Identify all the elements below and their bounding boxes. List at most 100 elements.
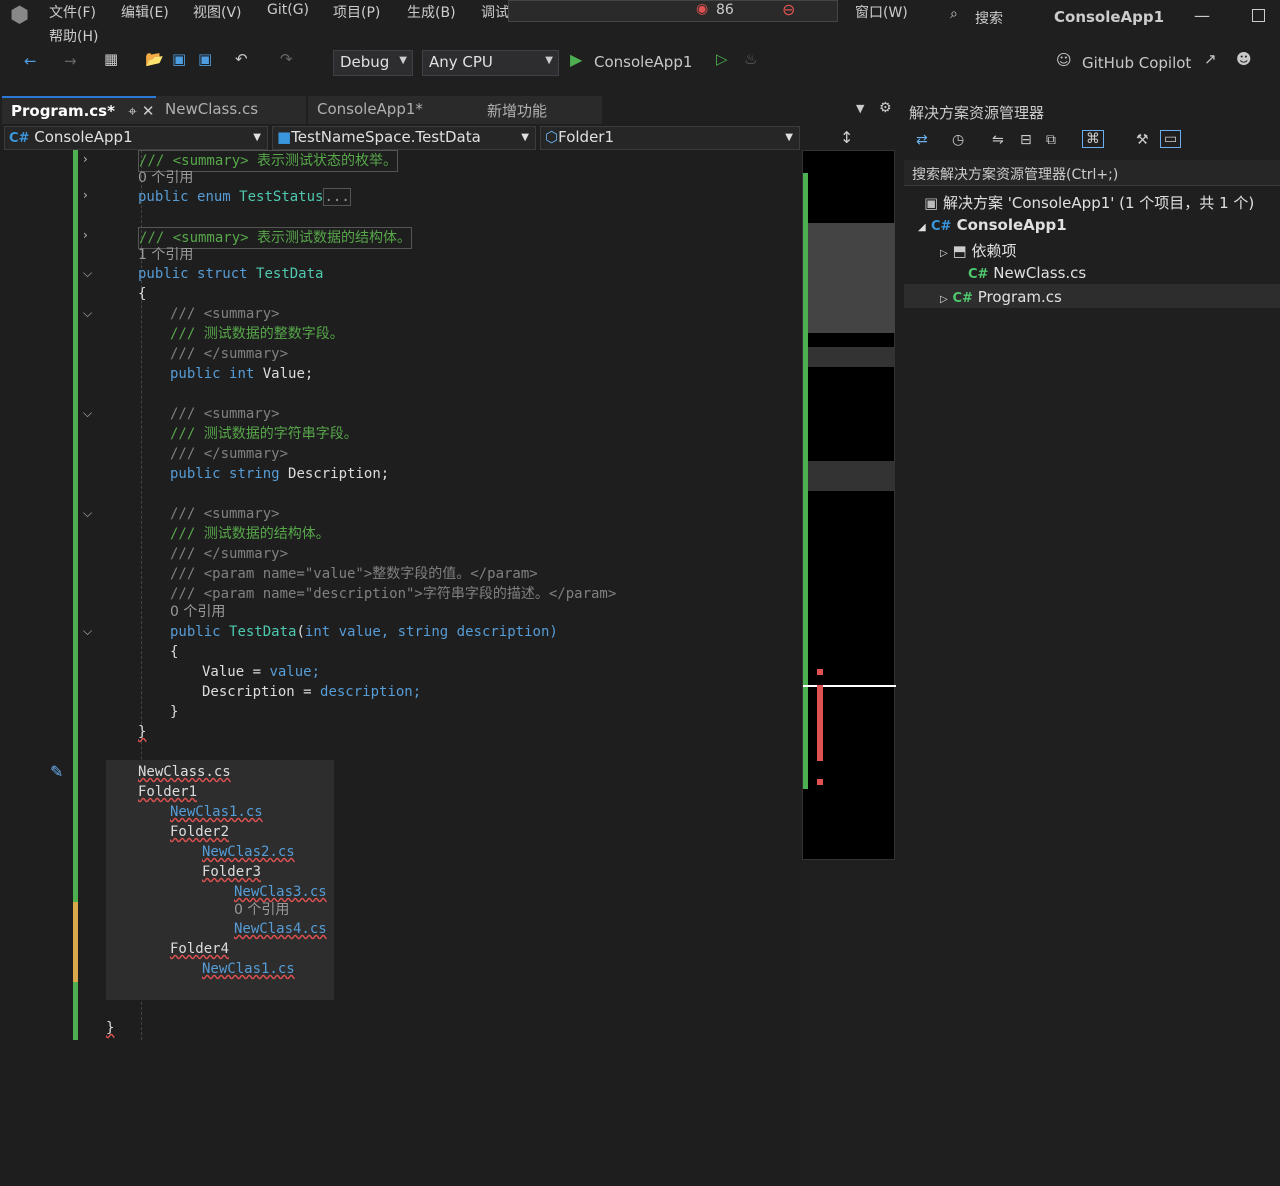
run-without-debug-icon[interactable]: ▷ xyxy=(716,50,728,68)
preview-icon[interactable]: ▭ xyxy=(1160,130,1182,148)
hot-reload-icon[interactable]: ♨ xyxy=(744,50,757,68)
document-tabs: Program.cs* ⌖ ✕ NewClass.cs ConsoleApp1*… xyxy=(0,96,900,124)
collapsed-icon[interactable]: ▷ xyxy=(940,294,948,305)
forward-icon[interactable]: → xyxy=(64,52,77,70)
close-icon[interactable]: ✕ xyxy=(142,102,155,120)
tab-list-icon[interactable]: ▼ xyxy=(856,102,864,115)
menu-view[interactable]: 视图(V) xyxy=(193,2,242,22)
minimap[interactable] xyxy=(802,150,896,860)
pin-icon[interactable]: ⌖ xyxy=(128,102,136,120)
menu-git[interactable]: Git(G) xyxy=(267,2,309,18)
tab-newclass-cs[interactable]: NewClass.cs xyxy=(156,96,306,124)
new-project-icon[interactable]: ▦ xyxy=(104,50,118,68)
menu-file[interactable]: 文件(F) xyxy=(49,2,96,22)
minimap-error-marker xyxy=(817,685,823,761)
dependencies-icon: ⬒ xyxy=(952,242,967,260)
save-all-icon[interactable]: ▣ xyxy=(198,50,212,68)
filter-icon[interactable]: ⌘ xyxy=(1082,130,1104,148)
code-line-2: public enum TestStatus... xyxy=(138,188,351,206)
code-line-16: /// </summary> xyxy=(170,546,289,562)
tree-project[interactable]: ◢ C# ConsoleApp1 xyxy=(918,216,1067,234)
maximize-icon[interactable] xyxy=(1252,9,1265,22)
tree-file-newclass[interactable]: C# NewClass.cs xyxy=(968,264,1086,282)
fold-icon[interactable]: › xyxy=(83,188,88,202)
ref-count-4[interactable]: 0 个引用 xyxy=(234,900,289,920)
back-icon[interactable]: ← xyxy=(24,52,37,70)
stop-icon[interactable]: ⊖ xyxy=(782,0,795,19)
search-icon[interactable]: ⌕ xyxy=(950,6,958,22)
copilot-icon[interactable]: ☺ xyxy=(1056,51,1072,69)
fold-icon[interactable]: ⌵ xyxy=(83,624,92,639)
fold-icon[interactable]: ⌵ xyxy=(83,506,92,521)
show-all-files-icon[interactable]: ⧉ xyxy=(1046,132,1056,148)
code-line-25: NewClass.cs xyxy=(138,762,231,782)
tab-program-cs[interactable]: Program.cs* ⌖ ✕ xyxy=(2,96,156,124)
code-line-29: NewClas2.cs xyxy=(202,844,295,860)
code-line-24: } xyxy=(138,724,147,740)
code-line-19: public TestData(int value, string descri… xyxy=(170,624,558,640)
properties-wrench-icon[interactable]: ⚒ xyxy=(1136,132,1149,148)
menu-help[interactable]: 帮助(H) xyxy=(49,26,98,46)
code-editor[interactable]: › /// <summary> 表示测试状态的枚举。 0 个引用 › publi… xyxy=(0,150,802,1186)
minimize-icon[interactable]: — xyxy=(1194,6,1210,25)
run-target-label[interactable]: ConsoleApp1 xyxy=(594,53,692,71)
tree-solution[interactable]: ▣ 解决方案 'ConsoleApp1' (1 个项目，共 1 个) xyxy=(924,192,1254,213)
se-toolbar: ⇄ ◷ ⇋ ⊟ ⧉ ⌘ ⚒ ▭ xyxy=(904,126,1280,158)
nav-type-select[interactable]: ■TestNameSpace.TestData ▼ xyxy=(272,126,536,150)
fold-icon[interactable]: ⌵ xyxy=(83,266,92,281)
open-folder-icon[interactable]: 📂 xyxy=(145,50,164,68)
tab-consoleapp1[interactable]: ConsoleApp1* xyxy=(308,96,478,124)
minimap-viewport[interactable] xyxy=(808,223,895,333)
solution-explorer-title: 解决方案资源管理器 xyxy=(909,104,1045,122)
redo-icon[interactable]: ↷ xyxy=(280,50,293,68)
save-icon[interactable]: ▣ xyxy=(172,50,186,68)
fold-icon[interactable]: ⌵ xyxy=(83,306,92,321)
expanded-icon[interactable]: ◢ xyxy=(918,222,926,233)
code-line-6: /// <summary> xyxy=(170,306,280,322)
history-icon[interactable]: ◷ xyxy=(952,132,964,148)
menu-project[interactable]: 项目(P) xyxy=(333,2,380,22)
share-icon[interactable]: ↗ xyxy=(1204,50,1217,68)
fold-icon[interactable]: › xyxy=(83,228,88,242)
undo-icon[interactable]: ↶ xyxy=(235,50,248,68)
menu-debug[interactable]: 调试 xyxy=(481,2,509,22)
search-label[interactable]: 搜索 xyxy=(975,8,1003,28)
feedback-icon[interactable]: ☻ xyxy=(1236,50,1252,68)
fold-icon[interactable]: › xyxy=(83,152,88,166)
run-icon[interactable]: ▶ xyxy=(570,50,582,69)
code-line-15: /// 测试数据的结构体。 xyxy=(170,526,330,542)
nav-member-select[interactable]: ⬡Folder1 ▼ xyxy=(540,126,800,150)
code-line-26: Folder1 xyxy=(138,784,198,800)
menu-window[interactable]: 窗口(W) xyxy=(855,2,908,22)
sync-icon[interactable]: ⇄ xyxy=(916,132,928,148)
code-line-28: Folder2 xyxy=(170,824,230,840)
nav-project-select[interactable]: C# ConsoleApp1 ▼ xyxy=(4,126,268,150)
code-line-21: Value = value; xyxy=(202,664,321,680)
quick-action-icon[interactable]: ✎ xyxy=(50,762,63,781)
copilot-label[interactable]: GitHub Copilot xyxy=(1082,54,1191,72)
split-editor-icon[interactable]: ↕ xyxy=(840,128,853,147)
tab-whats-new[interactable]: 新增功能 xyxy=(478,96,602,124)
fold-icon[interactable]: ⌵ xyxy=(83,406,92,421)
csharp-file-icon: C# xyxy=(952,291,973,306)
toolbar: ← → ▦ 📂 ▣ ▣ ↶ ↷ ▶ ConsoleApp1 ▷ ♨ ☺ GitH… xyxy=(0,46,1280,82)
config-select[interactable]: Debug ▼ xyxy=(333,50,413,76)
menu-build[interactable]: 生成(B) xyxy=(407,2,456,22)
code-line-8: /// </summary> xyxy=(170,346,289,362)
tree-dependencies[interactable]: ▷ ⬒ 依赖项 xyxy=(940,240,1016,261)
code-line-18: /// <param name="description">字符串字段的描述。<… xyxy=(170,586,617,602)
settings-gear-icon[interactable]: ⚙ xyxy=(879,100,892,116)
switch-views-icon[interactable]: ⇋ xyxy=(992,132,1004,148)
csharp-project-icon: C# xyxy=(930,219,952,234)
menu-edit[interactable]: 编辑(E) xyxy=(121,2,169,22)
ref-count-1[interactable]: 0 个引用 xyxy=(138,168,193,188)
ref-count-2[interactable]: 1 个引用 xyxy=(138,245,193,265)
collapsed-icon[interactable]: ▷ xyxy=(940,248,948,259)
tree-file-program[interactable]: ▷ C# Program.cs xyxy=(940,288,1062,306)
collapse-all-icon[interactable]: ⊟ xyxy=(1020,132,1032,148)
solution-search-input[interactable]: 搜索解决方案资源管理器(Ctrl+;) xyxy=(904,160,1280,186)
ref-count-3[interactable]: 0 个引用 xyxy=(170,602,225,622)
platform-select[interactable]: Any CPU ▼ xyxy=(422,50,559,76)
code-line-23: } xyxy=(170,704,179,720)
breakpoint-icon[interactable]: ◉ xyxy=(696,1,708,17)
